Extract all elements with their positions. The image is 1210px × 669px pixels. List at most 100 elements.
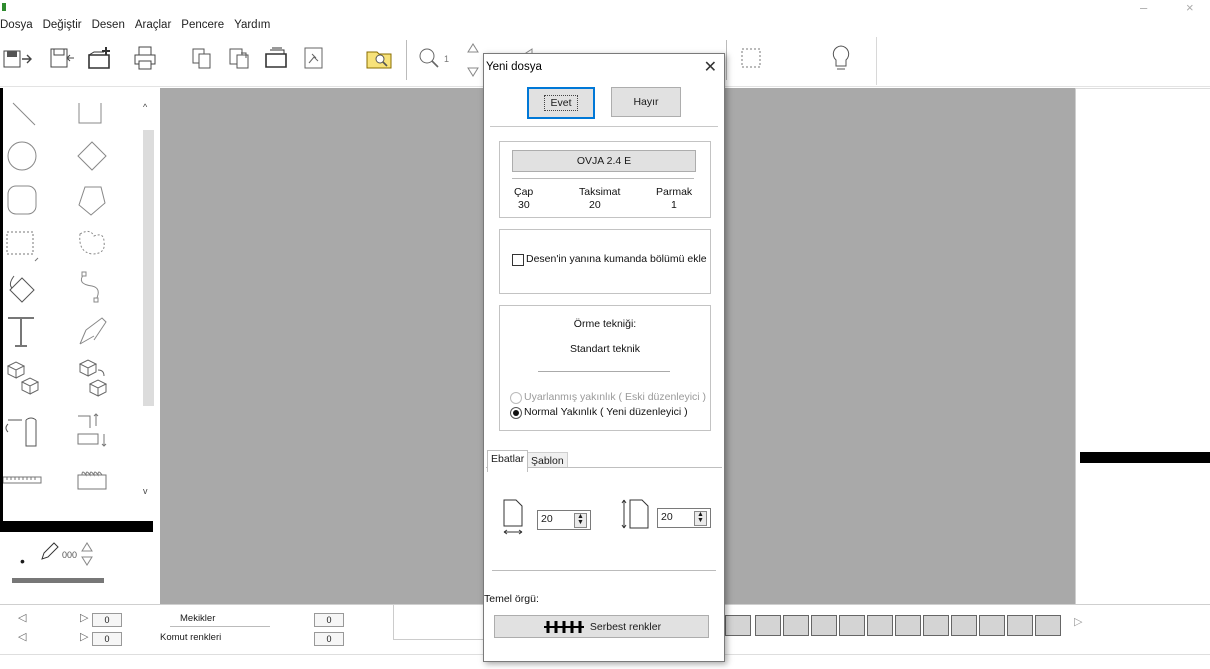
zoom-level: 1	[444, 54, 450, 64]
spin-arrows-icon[interactable]: ▲ ▼	[574, 513, 587, 528]
magnifier-folder-icon[interactable]	[362, 41, 396, 75]
next-icon[interactable]: ▷	[80, 611, 88, 624]
spin-arrows-icon[interactable]: ▲ ▼	[694, 511, 707, 526]
pen-stepper-icon[interactable]	[80, 539, 94, 574]
shuttles-value[interactable]: 0	[314, 613, 344, 627]
scroll-down-icon[interactable]: v	[143, 486, 148, 496]
diamond-tool-icon[interactable]	[72, 136, 112, 176]
machine-button[interactable]: OVJA 2.4 E	[512, 150, 696, 172]
yes-button-label: Evet	[544, 95, 578, 111]
color-swatch[interactable]	[867, 615, 893, 636]
prev-icon[interactable]: ◁	[18, 630, 26, 643]
base-knit-button[interactable]: Serbest renkler	[494, 615, 709, 638]
tab-ebatlar[interactable]: Ebatlar	[487, 450, 529, 472]
selection-icon[interactable]	[734, 41, 768, 75]
bottom-divider	[170, 626, 270, 627]
yes-button[interactable]: Evet	[527, 87, 595, 119]
menu-degistir[interactable]: Değiştir	[43, 19, 82, 31]
command-colors-value[interactable]: 0	[314, 632, 344, 646]
add-command-section-label[interactable]: Desen'in yanına kumanda bölümü ekle	[526, 253, 707, 265]
color-swatch[interactable]	[895, 615, 921, 636]
pencil-icon[interactable]	[38, 541, 60, 566]
print-icon[interactable]	[128, 41, 162, 75]
ruler-icon[interactable]	[2, 460, 42, 500]
new-file-icon[interactable]	[2, 41, 36, 75]
rotate-cube-icon[interactable]	[72, 358, 112, 398]
close-icon[interactable]: ✕	[704, 57, 717, 77]
finger-value: 1	[671, 199, 677, 211]
cylinder-tool-icon[interactable]	[2, 410, 42, 450]
transform-cube-icon[interactable]	[2, 358, 42, 398]
color-swatch[interactable]	[1007, 615, 1033, 636]
menu-yardim[interactable]: Yardım	[234, 19, 270, 31]
open-folder-icon[interactable]	[84, 41, 118, 75]
height-icon	[620, 496, 650, 533]
text-tool-icon[interactable]	[2, 312, 42, 352]
pen-count: 000	[62, 550, 78, 560]
polygon-tool-icon[interactable]	[72, 180, 112, 220]
color-swatch[interactable]	[951, 615, 977, 636]
rounded-rect-tool-icon[interactable]	[2, 180, 42, 220]
new-file-dialog: Yeni dosya ✕ Evet Hayır OVJA 2.4 E Çap 3…	[483, 53, 725, 662]
zoom-icon[interactable]	[412, 41, 446, 75]
copy-icon[interactable]	[185, 41, 219, 75]
circle-tool-icon[interactable]	[2, 136, 42, 176]
layout-tool-icon[interactable]	[72, 410, 112, 450]
toolbar-end	[876, 37, 877, 85]
rectangle-tool-icon[interactable]	[70, 94, 110, 134]
paste-icon[interactable]	[222, 41, 256, 75]
pen-tool-icon[interactable]	[72, 312, 112, 352]
shuttle-index[interactable]: 0	[92, 613, 122, 627]
no-button-label: Hayır	[633, 96, 659, 108]
menu-desen[interactable]: Desen	[92, 19, 125, 31]
minimize-icon[interactable]: –	[1140, 0, 1147, 15]
bitmap-icon[interactable]	[297, 41, 331, 75]
folder-open-icon[interactable]	[260, 41, 294, 75]
scroll-thumb[interactable]	[143, 130, 154, 406]
command-index[interactable]: 0	[92, 632, 122, 646]
adapted-radio[interactable]	[510, 392, 522, 404]
knit-pattern-icon	[543, 620, 584, 633]
menu-dosya[interactable]: Dosya	[0, 19, 33, 31]
finger-label: Parmak	[656, 186, 693, 198]
technique-divider	[538, 371, 670, 372]
line-tool-icon[interactable]	[4, 94, 44, 134]
next-swatches-icon[interactable]: ▷	[1074, 615, 1082, 628]
zoom-stepper-icon[interactable]	[466, 40, 480, 83]
close-window-icon[interactable]: ×	[1186, 0, 1194, 15]
lasso-tool-icon[interactable]	[72, 224, 112, 264]
normal-radio-label[interactable]: Normal Yakınlık ( Yeni düzenleyici )	[524, 406, 688, 418]
bulb-icon[interactable]	[824, 41, 858, 75]
color-swatch[interactable]	[755, 615, 781, 636]
adapted-radio-label[interactable]: Uyarlanmış yakınlık ( Eski düzenleyici )	[524, 391, 706, 403]
rect-select-tool-icon[interactable]	[2, 224, 42, 264]
add-command-section-checkbox[interactable]	[512, 254, 524, 266]
color-swatch[interactable]	[811, 615, 837, 636]
right-panel-divider	[1076, 88, 1210, 89]
color-swatch[interactable]	[783, 615, 809, 636]
normal-radio[interactable]	[510, 407, 522, 419]
machine-slider[interactable]	[512, 178, 694, 179]
scroll-up-icon[interactable]: ^	[143, 102, 147, 112]
comb-tool-icon[interactable]	[72, 460, 112, 500]
color-swatch[interactable]	[923, 615, 949, 636]
fill-bucket-icon[interactable]	[2, 268, 42, 308]
menu-pencere[interactable]: Pencere	[181, 19, 224, 31]
width-spinner[interactable]: 20 ▲ ▼	[537, 510, 591, 530]
dot-icon: •	[20, 553, 25, 569]
machine-name: OVJA 2.4 E	[576, 155, 632, 167]
next-icon[interactable]: ▷	[80, 630, 88, 643]
color-swatch[interactable]	[1035, 615, 1061, 636]
color-swatch[interactable]	[979, 615, 1005, 636]
color-swatch[interactable]	[839, 615, 865, 636]
prev-icon[interactable]: ◁	[18, 611, 26, 624]
no-button[interactable]: Hayır	[611, 87, 681, 117]
menu-araclar[interactable]: Araçlar	[135, 19, 171, 31]
height-spinner[interactable]: 20 ▲ ▼	[657, 508, 711, 528]
app-logo	[2, 3, 6, 11]
curve-tool-icon[interactable]	[72, 268, 112, 308]
dialog-title: Yeni dosya	[486, 61, 542, 73]
import-icon[interactable]	[42, 41, 76, 75]
color-swatch[interactable]	[725, 615, 751, 636]
toolbar: 1	[0, 36, 876, 86]
